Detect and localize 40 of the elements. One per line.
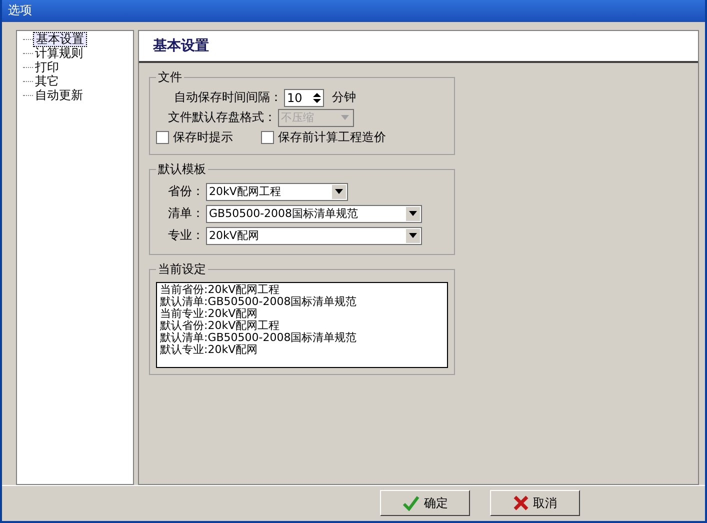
field-label: 清单：	[167, 205, 204, 222]
cancel-button[interactable]: 取消	[490, 490, 580, 516]
nav-item[interactable]: 自动更新	[33, 89, 85, 102]
checkbox[interactable]	[156, 131, 169, 144]
text-line: 默认专业:20kV配网	[160, 344, 259, 356]
checkbox[interactable]	[261, 131, 274, 144]
group-title: 文件	[157, 68, 183, 86]
dropdown[interactable]: GB50500-2008国标清单规范	[206, 204, 422, 223]
field-label: 自动保存时间间隔：	[174, 89, 282, 106]
window-title: 选项	[8, 2, 32, 20]
text-line: 默认省份:20kV配网工程	[160, 320, 281, 332]
nav-item[interactable]: 打印	[33, 61, 61, 74]
text-line: 默认清单:GB50500-2008国标清单规范	[160, 332, 358, 344]
spin-field[interactable]: 10	[284, 88, 324, 107]
settings-text-area[interactable]: 当前省份:20kV配网工程 默认清单:GB50500-2008国标清单规范 当前专业:20kV配网 默认省份:20kV配网工程 默认清单:GB50500-2008国标清单规范 默认专业:20kV配网	[156, 282, 448, 368]
nav-item[interactable]: 其它	[33, 75, 61, 88]
field-label: 专业：	[167, 227, 204, 244]
checkbox-label: 保存时提示	[173, 129, 233, 146]
group-title: 默认模板	[157, 160, 207, 178]
dropdown-arrow-icon	[409, 211, 417, 216]
checkmark-icon	[402, 495, 420, 512]
dropdown-arrow-icon	[409, 233, 417, 238]
field-label: 文件默认存盘格式：	[168, 109, 276, 126]
group-title: 当前设定	[157, 260, 207, 278]
dropdown[interactable]: 20kV配网	[206, 226, 422, 245]
close-icon	[513, 495, 529, 512]
field-label: 省份：	[167, 183, 204, 200]
page-title: 基本设置	[153, 36, 209, 55]
nav-item[interactable]: 基本设置	[33, 32, 87, 48]
unit-label: 分钟	[332, 89, 356, 106]
text-line: 当前省份:20kV配网工程	[160, 284, 281, 296]
text-line: 当前专业:20kV配网	[160, 308, 259, 320]
dropdown-arrow-icon	[341, 115, 349, 120]
text-line: 默认清单:GB50500-2008国标清单规范	[160, 296, 358, 308]
spin-arrows-icon[interactable]	[311, 90, 323, 105]
ok-button[interactable]: 确定	[380, 490, 470, 516]
checkbox-label: 保存前计算工程造价	[278, 129, 386, 146]
dropdown-arrow-icon	[335, 189, 343, 194]
nav-item[interactable]: 计算规则	[33, 47, 85, 60]
dropdown[interactable]: 20kV配网工程	[206, 182, 348, 201]
